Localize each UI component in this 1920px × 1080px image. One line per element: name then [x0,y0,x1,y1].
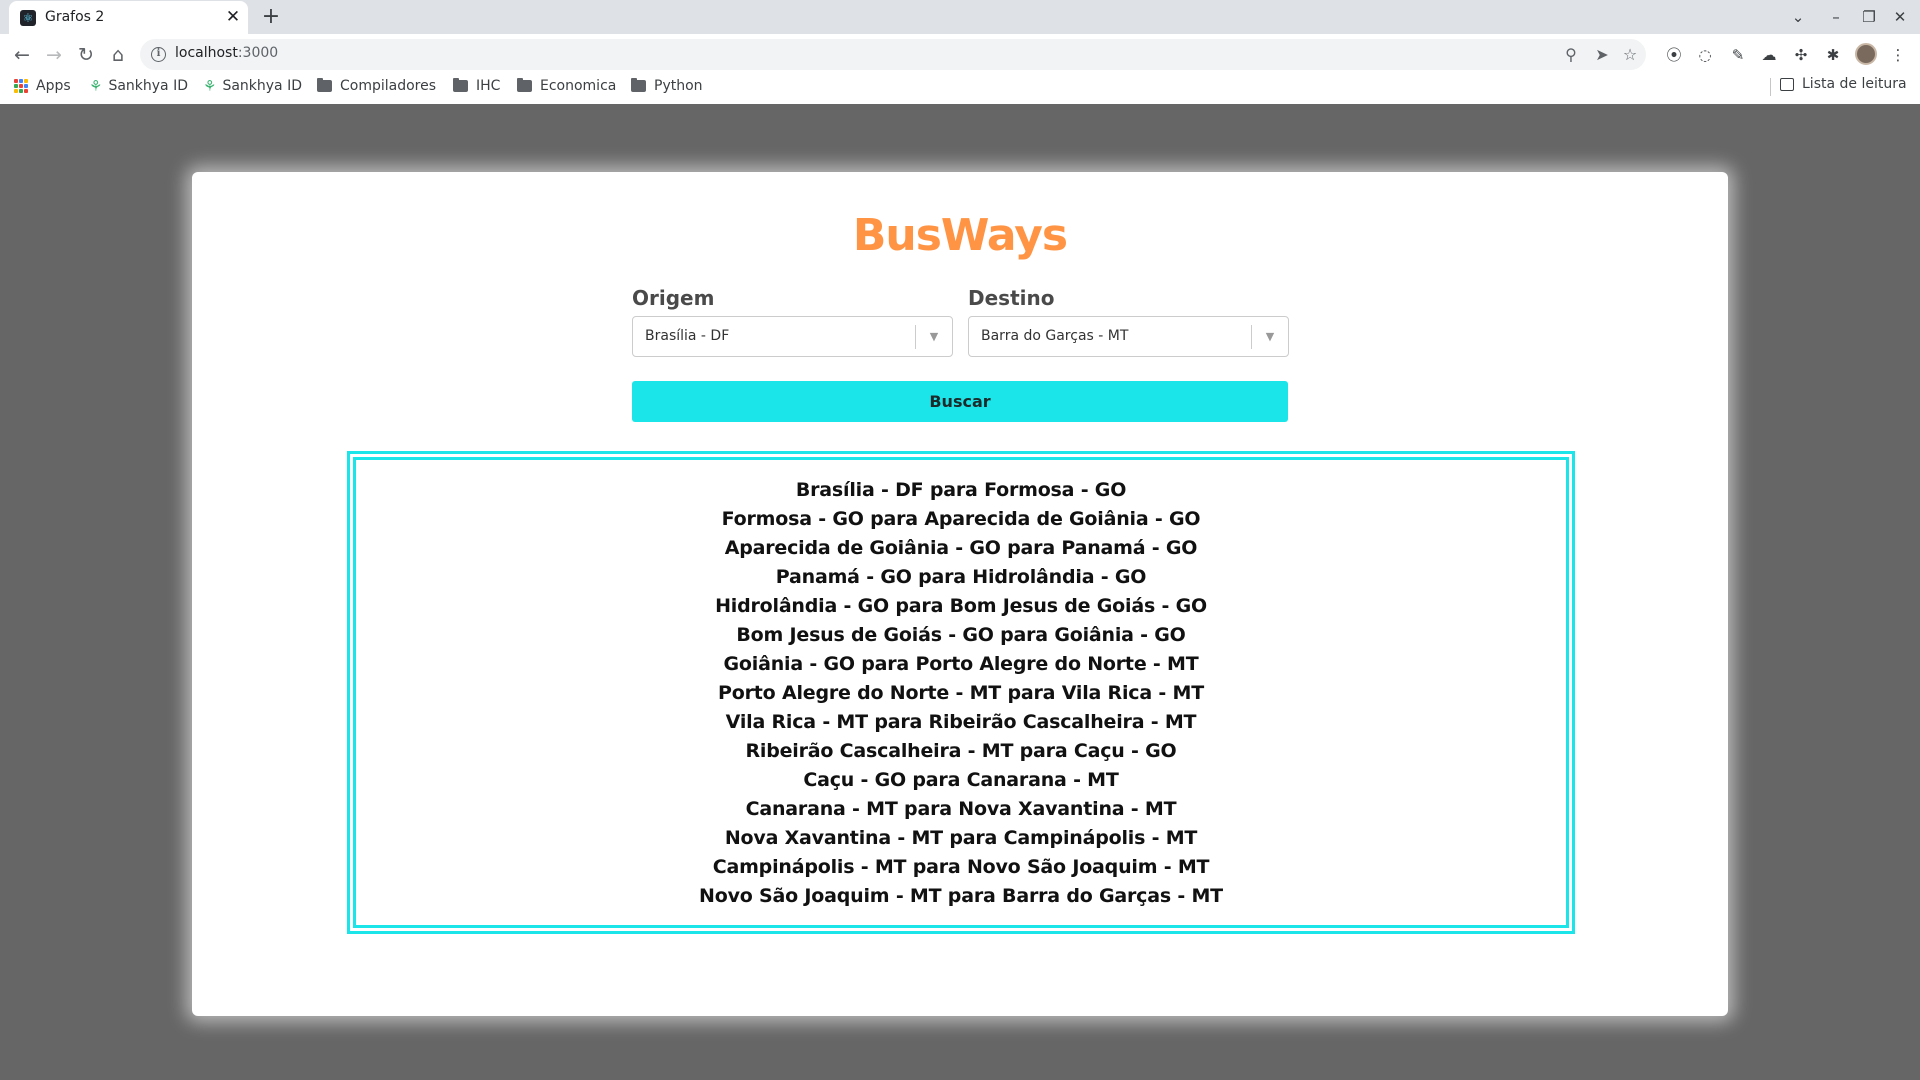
back-button[interactable]: ← [8,41,36,69]
route-item: Formosa - GO para Aparecida de Goiânia -… [721,508,1201,530]
extensions-puzzle-icon[interactable]: ✱ [1819,41,1847,69]
extension-butterfly-icon[interactable]: ✣ [1787,41,1815,69]
bookmark-apps[interactable]: Apps [14,76,71,96]
bookmark-label: Apps [36,78,71,94]
bookmark-label: Economica [540,78,617,94]
cloud-icon[interactable]: ☁ [1755,41,1783,69]
url-text: localhost:3000 [175,45,278,61]
sankhya-leaf-icon: ⚘ [203,77,217,95]
route-item: Aparecida de Goiânia - GO para Panamá - … [724,537,1198,559]
chevron-down-icon[interactable]: ▼ [1261,328,1279,346]
origin-value: Brasília - DF [645,328,730,344]
tab-search-chevron-icon[interactable]: ⌄ [1786,6,1810,28]
route-item: Vila Rica - MT para Ribeirão Cascalheira… [725,711,1197,733]
folder-icon [453,78,468,92]
route-item: Hidrolândia - GO para Bom Jesus de Goiás… [715,595,1207,617]
route-item: Caçu - GO para Canarana - MT [803,769,1119,791]
bookmark-compiladores[interactable]: Compiladores [317,76,436,96]
destination-select[interactable]: Barra do Garças - MT ▼ [968,316,1289,357]
bookmarks-divider [1770,78,1771,96]
minimize-button[interactable]: – [1824,6,1848,28]
bookmark-label: Sankhya ID [108,78,188,94]
origin-label: Origem [632,286,715,310]
folder-icon [317,78,332,92]
results-list: Brasília - DF para Formosa - GO Formosa … [353,457,1569,928]
origin-select[interactable]: Brasília - DF ▼ [632,316,953,357]
url-host: localhost [175,45,238,61]
send-icon[interactable]: ➤ [1590,43,1614,67]
bookmark-sankhya-1[interactable]: ⚘ Sankhya ID [89,76,188,96]
new-tab-button[interactable]: + [258,4,284,30]
sankhya-leaf-icon: ⚘ [89,77,103,95]
route-item: Panamá - GO para Hidrolândia - GO [775,566,1147,588]
reading-list-icon [1780,77,1794,91]
profile-avatar[interactable] [1855,43,1877,65]
route-item: Campinápolis - MT para Novo São Joaquim … [712,856,1210,878]
app-card: BusWays Origem Brasília - DF ▼ Destino B… [192,172,1728,1016]
bookmark-sankhya-2[interactable]: ⚘ Sankhya ID [203,76,302,96]
tab-grafos[interactable]: ⚛ Grafos 2 ✕ [9,1,248,34]
search-button[interactable]: Buscar [632,381,1288,422]
bookmark-star-icon[interactable]: ☆ [1618,43,1642,67]
extension-radio-icon[interactable]: ⦿ [1660,41,1688,69]
folder-icon [517,78,532,92]
bookmark-ihc[interactable]: IHC [453,76,500,96]
busways-logo: BusWays [852,210,1068,261]
route-item: Bom Jesus de Goiás - GO para Goiânia - G… [736,624,1186,646]
chevron-down-icon[interactable]: ▼ [925,328,943,346]
address-bar[interactable]: i localhost:3000 ⚲ ➤ ☆ [140,39,1646,70]
route-item: Nova Xavantina - MT para Campinápolis - … [724,827,1198,849]
route-item: Ribeirão Cascalheira - MT para Caçu - GO [745,740,1177,762]
route-item: Porto Alegre do Norte - MT para Vila Ric… [718,682,1204,704]
results-panel: Brasília - DF para Formosa - GO Formosa … [347,451,1575,934]
tab-strip: ⚛ Grafos 2 ✕ + ⌄ – ❐ ✕ [0,0,1920,34]
route-item: Brasília - DF para Formosa - GO [795,479,1127,501]
tab-title: Grafos 2 [45,9,105,25]
route-item: Novo São Joaquim - MT para Barra do Garç… [699,885,1223,907]
url-port: :3000 [237,45,279,61]
reload-button[interactable]: ↻ [72,41,100,69]
select-divider [915,325,916,349]
browser-toolbar: ← → ↻ ⌂ i localhost:3000 ⚲ ➤ ☆ ⦿ ◌ ✎ ☁ ✣… [0,34,1920,104]
bookmark-python[interactable]: Python [631,76,703,96]
eyedropper-icon[interactable]: ✎ [1724,41,1752,69]
bookmark-label: Compiladores [340,78,437,94]
select-divider [1251,325,1252,349]
forward-button[interactable]: → [40,41,68,69]
reading-list-button[interactable]: Lista de leitura [1780,76,1907,92]
destination-label: Destino [968,286,1055,310]
browser-menu-icon[interactable]: ⋮ [1884,41,1912,69]
site-info-icon[interactable]: i [151,47,166,62]
bookmark-label: IHC [476,78,501,94]
route-item: Goiânia - GO para Porto Alegre do Norte … [723,653,1199,675]
apps-grid-icon [14,79,28,93]
home-button[interactable]: ⌂ [104,41,132,69]
bookmark-label: Sankhya ID [222,78,302,94]
close-tab-icon[interactable]: ✕ [223,7,243,27]
route-item: Canarana - MT para Nova Xavantina - MT [745,798,1177,820]
folder-icon [631,78,646,92]
extension-circle-icon[interactable]: ◌ [1691,41,1719,69]
restore-button[interactable]: ❐ [1857,6,1881,28]
bookmarks-bar: Apps ⚘ Sankhya ID ⚘ Sankhya ID Compilado… [0,68,1920,102]
close-window-button[interactable]: ✕ [1888,6,1912,28]
destination-value: Barra do Garças - MT [981,328,1129,344]
bookmark-label: Python [654,78,703,94]
react-icon: ⚛ [20,10,36,26]
zoom-icon[interactable]: ⚲ [1559,43,1583,67]
reading-list-label: Lista de leitura [1802,76,1907,92]
bookmark-economica[interactable]: Economica [517,76,616,96]
page-viewport: BusWays Origem Brasília - DF ▼ Destino B… [0,104,1920,1080]
